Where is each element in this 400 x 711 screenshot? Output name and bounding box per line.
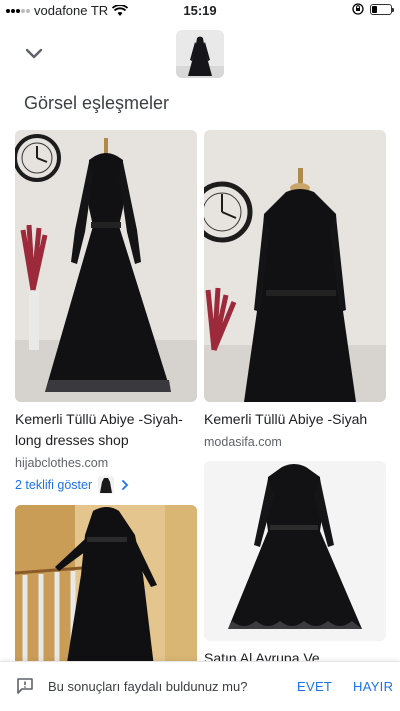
page-title: Görsel eşleşmeler — [24, 93, 170, 113]
feedback-yes-button[interactable]: EVET — [297, 679, 332, 694]
orientation-lock-icon — [352, 3, 364, 15]
result-title[interactable]: Kemerli Tüllü Abiye -Siyah-long dresses … — [15, 409, 197, 451]
chevron-right-icon[interactable] — [120, 479, 130, 491]
offers-label[interactable]: 2 teklifi göster — [15, 478, 92, 492]
result-card[interactable]: Kemerli Tüllü Abiye -Siyah-long dresses … — [15, 130, 197, 494]
status-bar: vodafone TR 15:19 — [0, 0, 400, 22]
result-source: hijabclothes.com — [15, 456, 109, 470]
result-card[interactable] — [15, 505, 197, 682]
query-image-thumbnail[interactable] — [176, 30, 224, 78]
feedback-bar: Bu sonuçları faydalı buldunuz mu? EVET H… — [0, 661, 400, 711]
show-offers-link[interactable]: 2 teklifi göster — [15, 476, 197, 494]
feedback-no-button[interactable]: HAYIR — [353, 679, 393, 694]
result-source: modasifa.com — [204, 435, 282, 449]
clock: 15:19 — [183, 3, 217, 18]
chevron-down-icon[interactable] — [24, 44, 44, 64]
result-card[interactable]: Satın Al Avrupa Ve — [204, 461, 386, 669]
feedback-icon — [17, 678, 33, 694]
result-image[interactable] — [204, 461, 386, 641]
result-card[interactable]: Kemerli Tüllü Abiye -Siyah modasifa.com — [204, 130, 386, 449]
feedback-question: Bu sonuçları faydalı buldunuz mu? — [48, 679, 248, 694]
battery-icon — [370, 3, 394, 15]
result-image[interactable] — [15, 130, 197, 402]
result-title[interactable]: Kemerli Tüllü Abiye -Siyah — [204, 409, 386, 430]
offer-thumbnail — [98, 476, 115, 494]
result-image[interactable] — [204, 130, 386, 402]
status-right — [352, 3, 394, 15]
result-image[interactable] — [15, 505, 197, 675]
